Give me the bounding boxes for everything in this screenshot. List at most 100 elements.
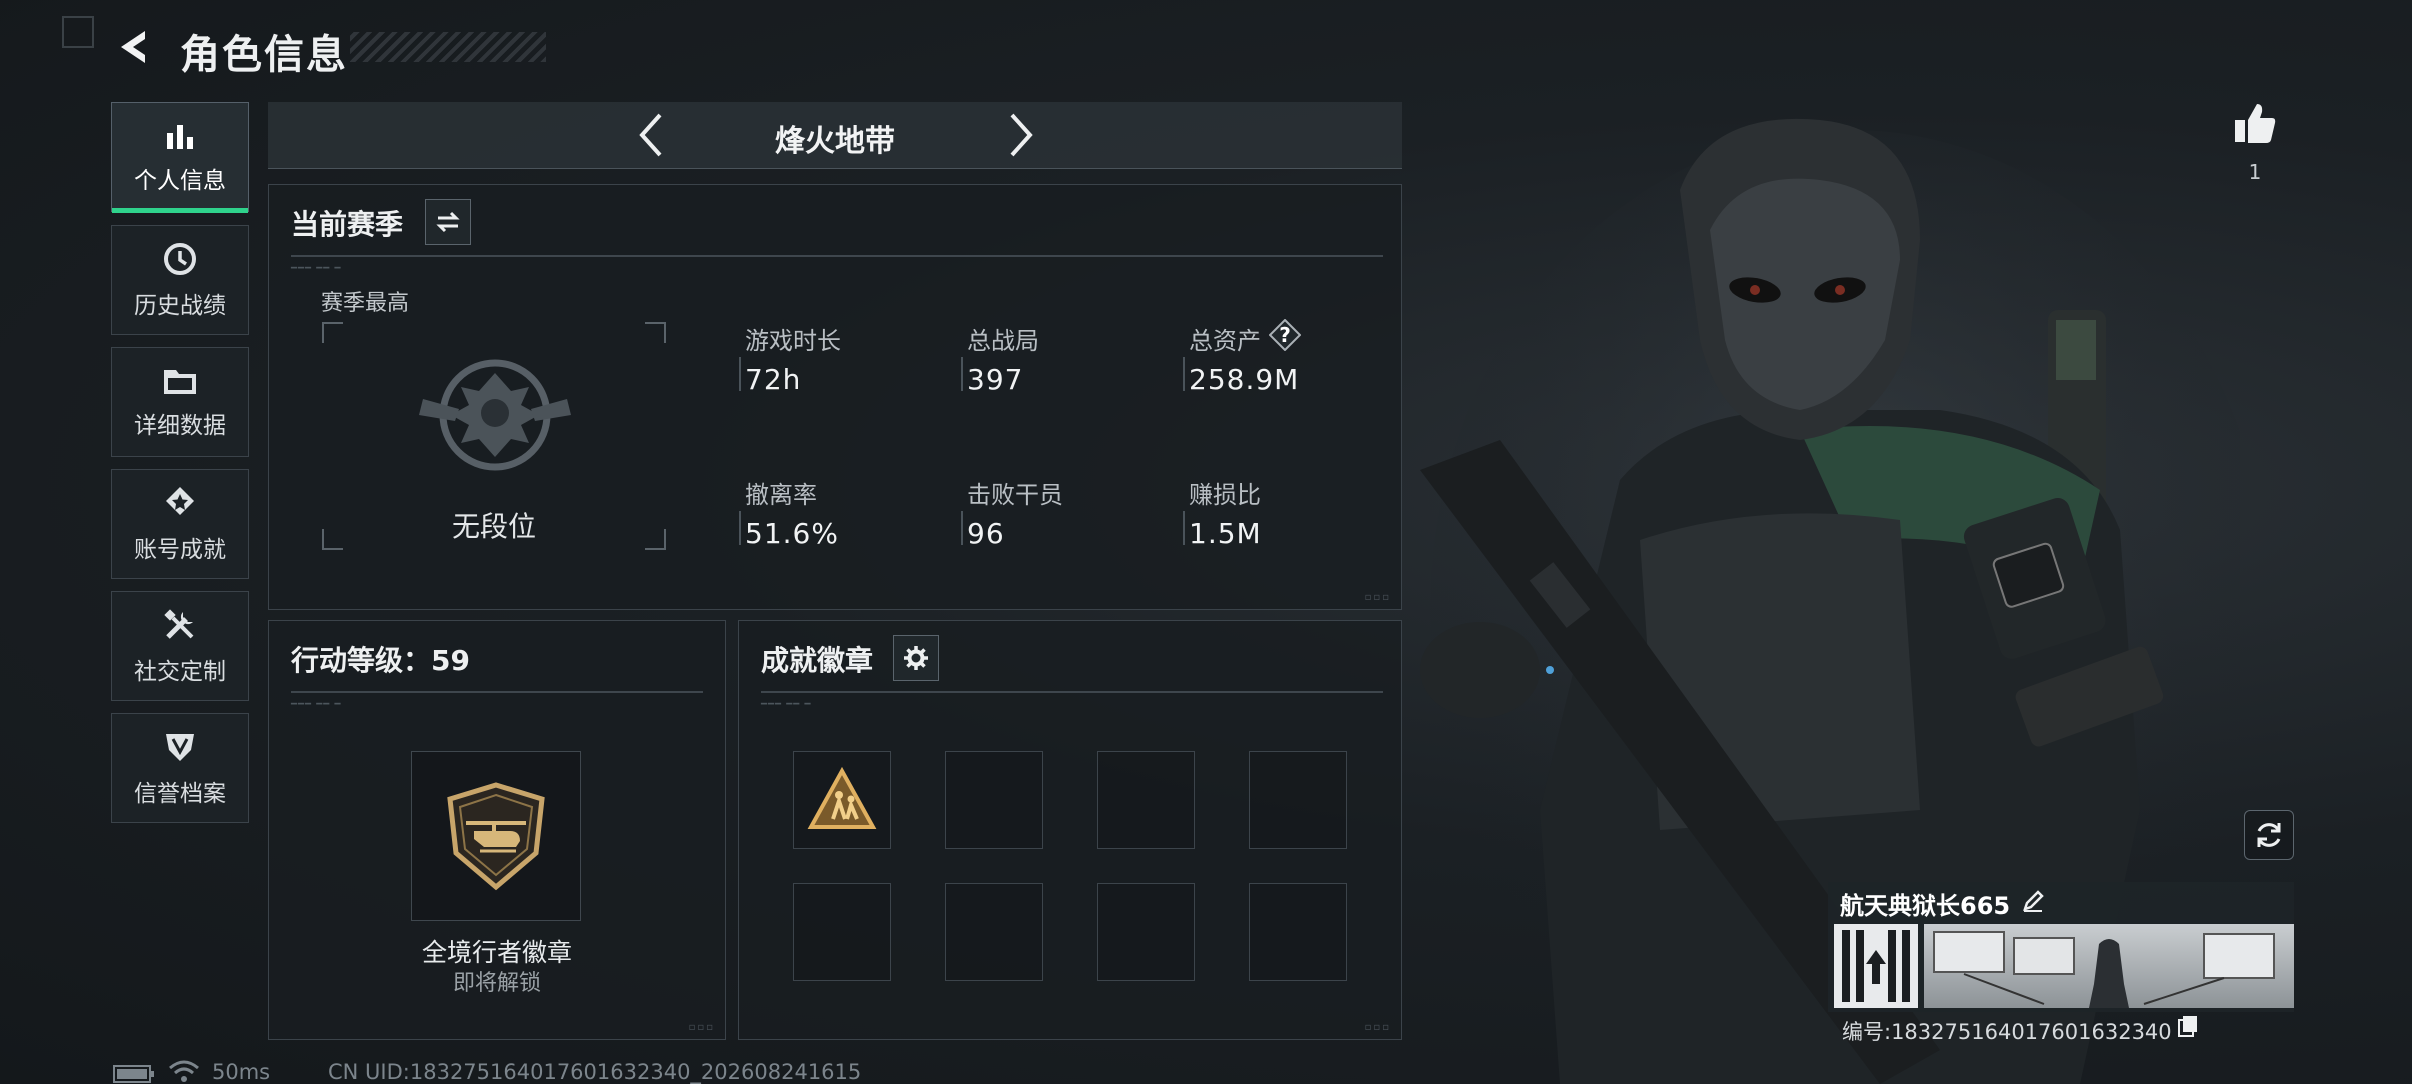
achievement-slot[interactable] [1097, 751, 1195, 849]
action-badge-name: 全境行者徽章 [421, 938, 572, 967]
help-icon[interactable]: ? [1269, 319, 1301, 351]
bar-chart-icon [167, 125, 193, 149]
season-best-label: 赛季最高 [321, 291, 410, 316]
edit-name-button[interactable] [2018, 886, 2048, 916]
achievement-icon [166, 487, 194, 515]
page-title: 角色信息 [180, 32, 348, 78]
copy-icon [2178, 1016, 2197, 1037]
back-arrow-icon [121, 31, 145, 63]
stat-value-total-matches: 397 [967, 363, 1024, 396]
achievement-badges-panel: 成就徽章 ━━━ ━━ ━ ▫▫▫ [738, 620, 1402, 1040]
sidebar-item-label: 详细数据 [134, 413, 226, 439]
stat-label-total-matches: 总战局 [967, 327, 1039, 355]
season-heading: 当前赛季 [291, 208, 404, 241]
achievement-triangle-badge-icon [807, 767, 877, 829]
sidebar-item-label: 个人信息 [134, 168, 226, 194]
section-divider [291, 691, 703, 693]
stat-divider [739, 511, 741, 545]
pencil-icon [2023, 890, 2044, 912]
sidebar-item-label: 账号成就 [134, 537, 226, 563]
stat-value-operators-defeated: 96 [967, 517, 1005, 550]
stat-value-profit-loss: 1.5M [1189, 517, 1262, 550]
stat-divider [961, 357, 963, 391]
action-badge-slot[interactable] [411, 751, 581, 921]
like-count: 1 [2248, 160, 2262, 184]
dash-decoration: ━━━ ━━ ━ [291, 263, 342, 274]
stat-divider [1183, 511, 1185, 545]
active-indicator [112, 208, 248, 213]
stat-label-profit-loss: 赚损比 [1189, 481, 1261, 509]
tools-icon [164, 609, 194, 639]
corner-decoration: ▫▫▫ [688, 1022, 715, 1033]
sidebar-item-history[interactable]: 历史战绩 [111, 225, 249, 335]
player-name: 航天典狱长665 [1840, 892, 2011, 920]
rank-name: 无段位 [451, 510, 536, 543]
achievements-heading: 成就徽章 [761, 644, 874, 677]
avatar-emblem-icon [1842, 930, 1910, 1002]
corner-frame-decoration [62, 16, 94, 48]
wifi-icon [169, 1060, 199, 1082]
stat-divider [1183, 357, 1185, 391]
achievement-slot[interactable] [1249, 751, 1347, 849]
like-button[interactable] [2230, 98, 2280, 148]
banner-image [1933, 931, 2275, 1008]
history-clock-icon [164, 243, 196, 275]
gear-icon [904, 646, 928, 670]
stat-value-playtime: 72h [745, 363, 802, 396]
chevron-right-icon [1010, 113, 1033, 157]
player-avatar[interactable] [1834, 924, 1918, 1008]
battery-icon [113, 1065, 154, 1083]
rotate-model-button[interactable] [2244, 810, 2294, 860]
helicopter-badge-icon [447, 782, 545, 891]
stat-label-playtime: 游戏时长 [745, 327, 841, 355]
shield-icon [166, 734, 194, 761]
switch-season-button[interactable] [425, 199, 471, 245]
ping-value: 50ms [212, 1060, 271, 1084]
section-divider [761, 691, 1383, 693]
mode-tab-bar: 烽火地带 [268, 102, 1402, 169]
dash-decoration: ━━━ ━━ ━ [761, 699, 812, 710]
achievement-slot[interactable] [1249, 883, 1347, 981]
sidebar-item-label: 社交定制 [134, 659, 226, 685]
sidebar-item-credit-file[interactable]: 信誉档案 [111, 713, 249, 823]
thumbs-up-icon [2235, 104, 2276, 143]
next-mode-button[interactable] [996, 110, 1046, 160]
folder-icon [164, 370, 196, 394]
stat-divider [739, 357, 741, 391]
uid-text: CN UID:18327516401760163​2340_2026082416… [328, 1060, 862, 1084]
swap-icon [436, 211, 460, 233]
achievement-slot[interactable] [945, 883, 1043, 981]
title-stripes-decoration [350, 32, 546, 62]
achievement-slot[interactable] [793, 751, 891, 849]
back-button[interactable] [112, 24, 158, 70]
sidebar-item-label: 历史战绩 [134, 293, 226, 319]
action-level-panel: 行动等级：59 ━━━ ━━ ━ 全境行者徽章 即将解锁 ▫▫▫ [268, 620, 726, 1040]
stat-value-total-assets: 258.9M [1189, 363, 1300, 396]
stat-label-total-assets: 总资产 [1189, 327, 1261, 355]
stat-value-extraction-rate: 51.6% [745, 517, 839, 550]
help-glyph: ? [1279, 323, 1291, 347]
sidebar-item-detailed-data[interactable]: 详细数据 [111, 347, 249, 457]
stat-label-extraction-rate: 撤离率 [745, 481, 817, 509]
current-season-panel: 当前赛季 ━━━ ━━ ━ 赛季最高 无段位 游戏时长 72h 总战局 397 … [268, 184, 1402, 610]
rank-emblem-icon [419, 359, 571, 471]
sidebar-item-label: 信誉档案 [134, 781, 226, 807]
achievement-slot[interactable] [945, 751, 1043, 849]
sidebar-item-personal-info[interactable]: 个人信息 [111, 102, 249, 213]
stat-label-operators-defeated: 击败干员 [967, 481, 1063, 509]
dash-decoration: ━━━ ━━ ━ [291, 699, 342, 710]
achievement-settings-button[interactable] [893, 635, 939, 681]
player-banner[interactable] [1924, 924, 2294, 1008]
mode-title: 烽火地带 [775, 124, 895, 159]
action-badge-status: 即将解锁 [452, 971, 541, 996]
refresh-icon [2257, 823, 2281, 847]
achievement-slot[interactable] [793, 883, 891, 981]
copy-id-button[interactable] [2176, 1014, 2202, 1040]
section-divider [291, 255, 1383, 257]
sidebar-item-social-custom[interactable]: 社交定制 [111, 591, 249, 701]
achievement-slot[interactable] [1097, 883, 1195, 981]
action-level-heading: 行动等级：59 [291, 644, 470, 677]
player-id: 编号:1832751640176016323​40 [1842, 1020, 2172, 1044]
sidebar-item-account-achievements[interactable]: 账号成就 [111, 469, 249, 579]
stat-divider [961, 511, 963, 545]
